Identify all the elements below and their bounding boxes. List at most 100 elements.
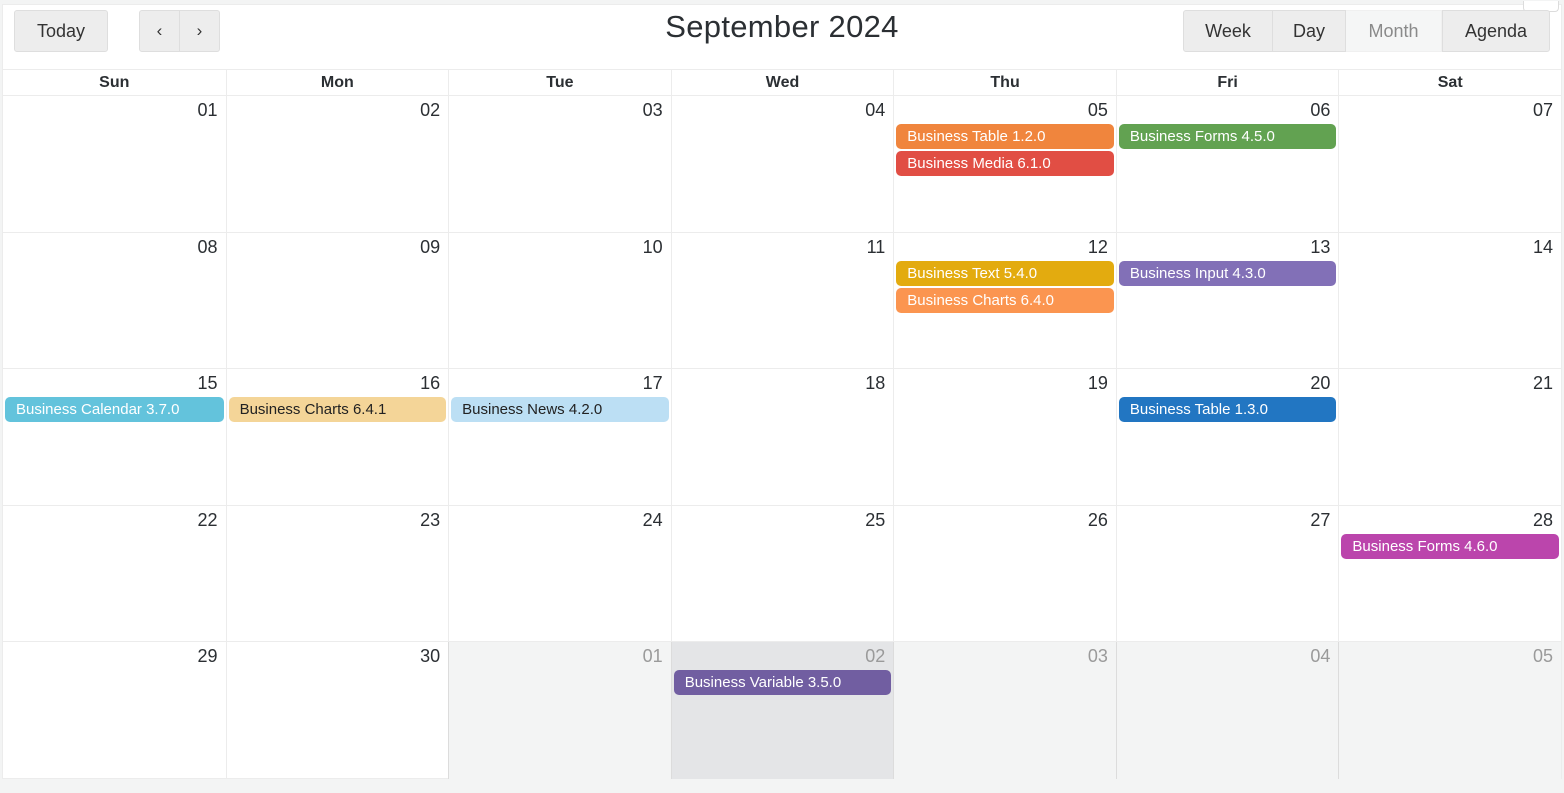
weekday-header: Sun Mon Tue Wed Thu Fri Sat (3, 69, 1561, 96)
date-number[interactable]: 11 (674, 236, 892, 261)
calendar-app: Today ‹ › September 2024 Week Day Month … (2, 1, 1562, 779)
day-cell[interactable]: 02 (225, 96, 449, 232)
day-cell[interactable]: 30 (225, 642, 449, 779)
day-cell[interactable]: 28 Business Forms 4.6.0 (1338, 505, 1561, 642)
day-cell[interactable]: 29 (3, 642, 226, 779)
date-number[interactable]: 02 (674, 645, 892, 670)
next-month-button[interactable]: › (180, 10, 220, 52)
date-number[interactable]: 10 (451, 236, 669, 261)
date-number[interactable]: 25 (674, 509, 892, 534)
date-number[interactable]: 04 (1119, 645, 1337, 670)
date-number[interactable]: 05 (1341, 645, 1559, 670)
date-number[interactable]: 29 (5, 645, 224, 670)
weekday-sat: Sat (1338, 70, 1561, 95)
view-month-button[interactable]: Month (1346, 10, 1442, 52)
calendar-event[interactable]: Business Media 6.1.0 (896, 151, 1114, 176)
view-day-button[interactable]: Day (1273, 10, 1346, 52)
day-cell[interactable]: 23 (225, 505, 449, 642)
date-number[interactable]: 17 (451, 372, 669, 397)
day-cell[interactable]: 16 Business Charts 6.4.1 (225, 369, 449, 505)
date-number[interactable]: 12 (896, 236, 1114, 261)
date-number[interactable]: 04 (674, 99, 892, 124)
date-number[interactable]: 02 (229, 99, 447, 124)
calendar-event[interactable]: Business Calendar 3.7.0 (5, 397, 224, 423)
day-cell[interactable]: 03 (448, 96, 671, 232)
calendar-event[interactable]: Business Charts 6.4.0 (896, 287, 1114, 313)
date-number[interactable]: 07 (1341, 99, 1559, 124)
calendar-event[interactable]: Business Text 5.4.0 (896, 260, 1114, 286)
date-number[interactable]: 13 (1119, 236, 1337, 261)
day-cell[interactable]: 01 (3, 96, 226, 232)
view-agenda-button[interactable]: Agenda (1442, 10, 1550, 52)
day-cell-other-month[interactable]: 01 (448, 642, 671, 779)
weekday-thu: Thu (893, 70, 1116, 95)
day-cell-other-month[interactable]: 04 (1115, 642, 1339, 779)
weeks-container: 01 02 03 04 05 Business Table 1.2.0 Business M… (3, 96, 1561, 779)
date-number[interactable]: 19 (896, 372, 1114, 397)
prev-month-button[interactable]: ‹ (139, 10, 180, 52)
weekday-tue: Tue (448, 70, 671, 95)
date-number[interactable]: 22 (5, 509, 224, 534)
calendar-event[interactable]: Business Table 1.3.0 (1118, 397, 1337, 423)
date-number[interactable]: 15 (5, 372, 224, 397)
calendar-event[interactable]: Business Input 4.3.0 (1118, 260, 1337, 286)
calendar-event[interactable]: Business Table 1.2.0 (896, 124, 1114, 149)
day-cell[interactable]: 18 (670, 369, 894, 505)
date-number[interactable]: 09 (229, 236, 447, 261)
day-cell[interactable]: 13 Business Input 4.3.0 (1115, 232, 1339, 369)
view-switcher: Week Day Month Agenda (1183, 10, 1550, 52)
day-cell-other-month[interactable]: 02 Business Variable 3.5.0 (670, 642, 894, 779)
date-number[interactable]: 03 (451, 99, 669, 124)
date-number[interactable]: 06 (1119, 99, 1337, 124)
day-cell[interactable]: 07 (1338, 96, 1561, 232)
day-cell[interactable]: 11 (670, 232, 894, 369)
day-cell[interactable]: 12 Business Text 5.4.0 Business Charts 6.4… (893, 232, 1116, 369)
date-number[interactable]: 23 (229, 509, 447, 534)
chevron-right-icon: › (196, 21, 203, 40)
day-cell[interactable]: 25 (670, 505, 894, 642)
date-number[interactable]: 01 (5, 99, 224, 124)
day-cell[interactable]: 27 (1115, 505, 1339, 642)
week-row: 08 09 10 11 12 Business Text 5.4.0 Business Ch… (3, 232, 1561, 370)
date-number[interactable]: 27 (1119, 509, 1337, 534)
day-cell[interactable]: 04 (670, 96, 894, 232)
day-cell[interactable]: 15 Business Calendar 3.7.0 (3, 369, 226, 505)
date-number[interactable]: 16 (229, 372, 447, 397)
date-number[interactable]: 05 (896, 99, 1114, 124)
date-number[interactable]: 18 (674, 372, 892, 397)
date-number[interactable]: 14 (1341, 236, 1559, 261)
day-cell[interactable]: 19 (893, 369, 1116, 505)
day-cell[interactable]: 10 (448, 232, 671, 369)
date-number[interactable]: 01 (451, 645, 669, 670)
day-cell[interactable]: 09 (225, 232, 449, 369)
date-number[interactable]: 24 (451, 509, 669, 534)
day-cell[interactable]: 20 Business Table 1.3.0 (1115, 369, 1339, 505)
day-cell[interactable]: 26 (893, 505, 1116, 642)
day-cell[interactable]: 08 (3, 233, 226, 369)
day-cell[interactable]: 17 Business News 4.2.0 (448, 369, 671, 505)
date-number[interactable]: 26 (896, 509, 1114, 534)
calendar-event[interactable]: Business Variable 3.5.0 (673, 670, 892, 696)
day-cell[interactable]: 14 (1338, 232, 1561, 369)
date-number[interactable]: 20 (1119, 372, 1337, 397)
day-cell-other-month[interactable]: 05 (1338, 642, 1561, 779)
date-number[interactable]: 21 (1341, 372, 1559, 397)
calendar-event[interactable]: Business News 4.2.0 (451, 397, 669, 423)
view-week-button[interactable]: Week (1183, 10, 1273, 52)
calendar-event[interactable]: Business Forms 4.6.0 (1341, 533, 1559, 559)
day-cell[interactable]: 05 Business Table 1.2.0 Business Media 6.1… (893, 96, 1116, 232)
calendar-event[interactable]: Business Charts 6.4.1 (228, 397, 447, 423)
chevron-left-icon: ‹ (156, 21, 163, 40)
calendar-toolbar: Today ‹ › September 2024 Week Day Month … (3, 5, 1561, 69)
day-cell-other-month[interactable]: 03 (893, 642, 1116, 779)
today-button[interactable]: Today (14, 10, 108, 52)
date-number[interactable]: 28 (1341, 509, 1559, 534)
day-cell[interactable]: 21 (1338, 369, 1561, 505)
day-cell[interactable]: 22 (3, 506, 226, 642)
date-number[interactable]: 08 (5, 236, 224, 261)
calendar-event[interactable]: Business Forms 4.5.0 (1118, 124, 1337, 149)
day-cell[interactable]: 24 (448, 505, 671, 642)
date-number[interactable]: 03 (896, 645, 1114, 670)
date-number[interactable]: 30 (229, 645, 447, 670)
day-cell[interactable]: 06 Business Forms 4.5.0 (1115, 96, 1339, 232)
